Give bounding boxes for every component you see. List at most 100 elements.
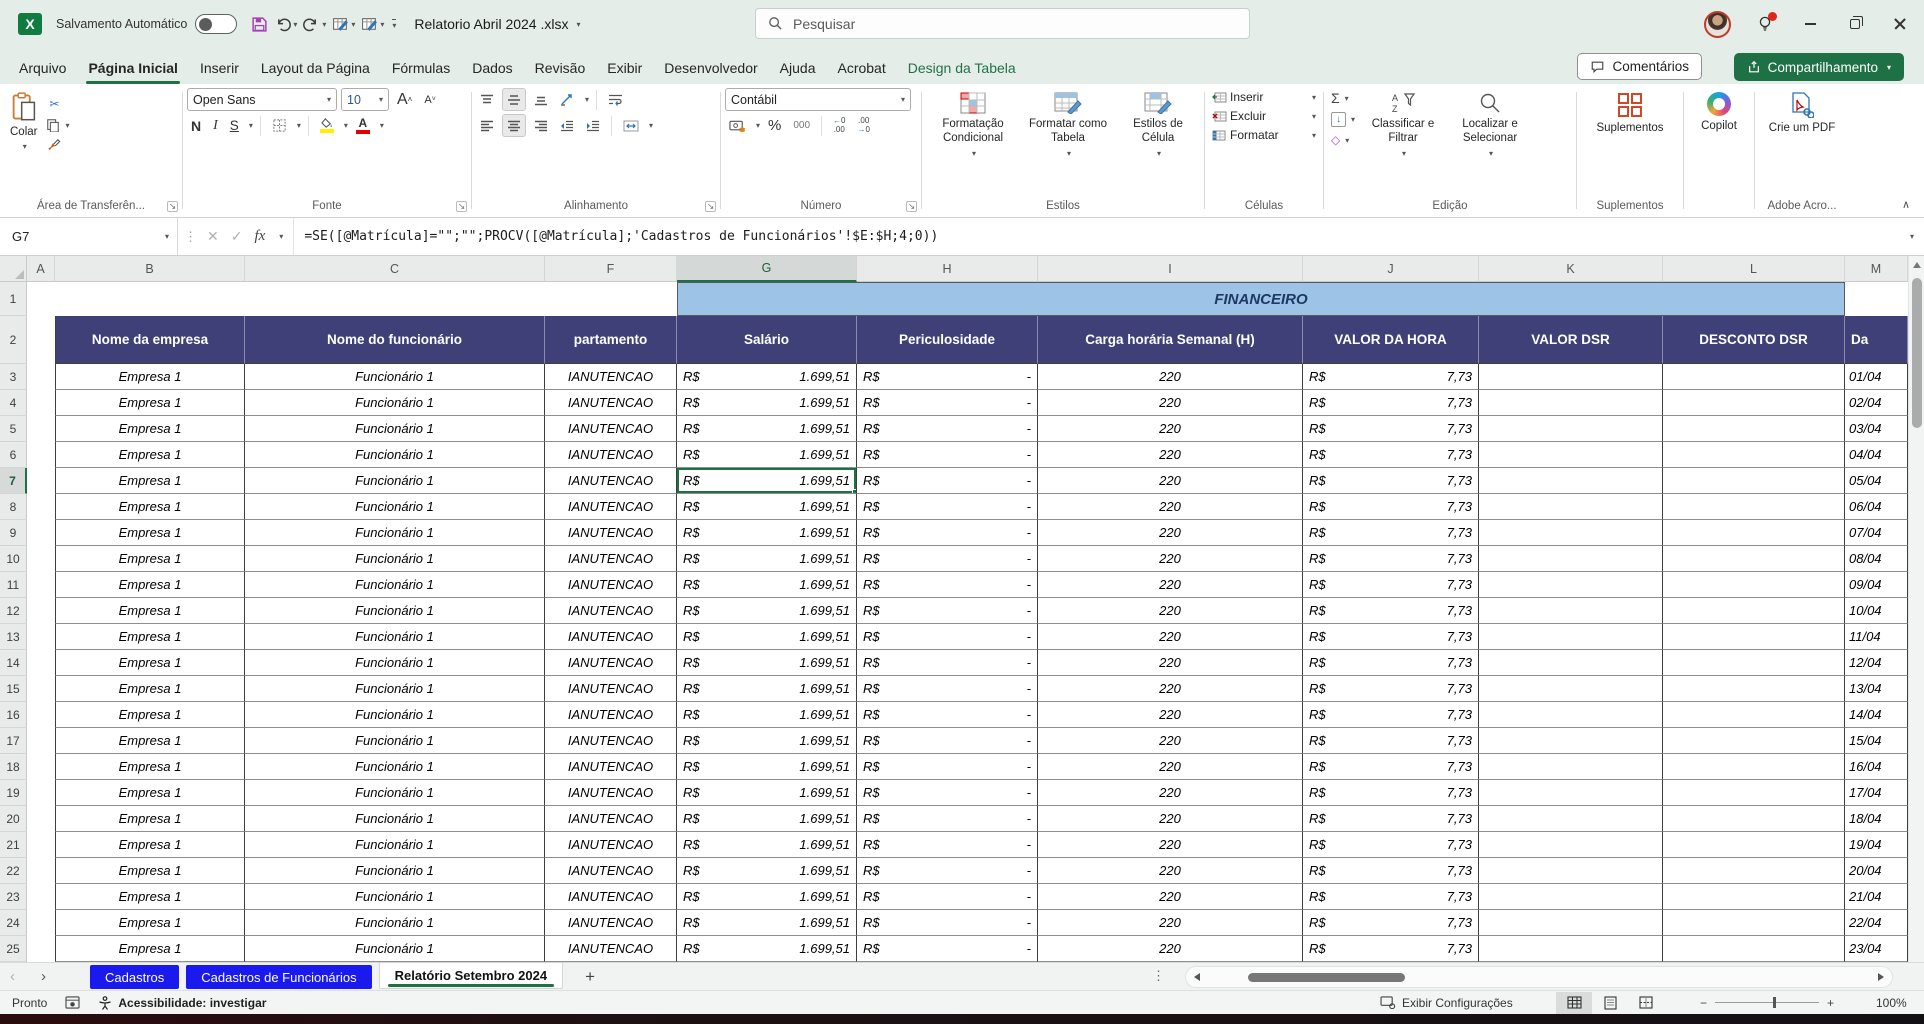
row-number-18[interactable]: 18: [0, 754, 27, 780]
cell-G24[interactable]: R$1.699,51: [677, 910, 857, 936]
delete-cells-button[interactable]: Excluir▾: [1209, 107, 1319, 125]
cell-A20[interactable]: [27, 806, 55, 832]
dialog-launcher-icon[interactable]: ↘: [705, 201, 716, 212]
cell-I10[interactable]: 220: [1038, 546, 1303, 572]
row-number-5[interactable]: 5: [0, 416, 27, 442]
cell-J20[interactable]: R$7,73: [1303, 806, 1479, 832]
cell-L14[interactable]: [1663, 650, 1845, 676]
cell-B10[interactable]: Empresa 1: [55, 546, 245, 572]
cell-J23[interactable]: R$7,73: [1303, 884, 1479, 910]
cell-K13[interactable]: [1479, 624, 1663, 650]
cell-L5[interactable]: [1663, 416, 1845, 442]
cell-A6[interactable]: [27, 442, 55, 468]
menu-tab-dados[interactable]: Dados: [461, 52, 523, 84]
cell-B8[interactable]: Empresa 1: [55, 494, 245, 520]
header-cell-M2[interactable]: Da: [1845, 316, 1908, 364]
cell-A16[interactable]: [27, 702, 55, 728]
cell-I20[interactable]: 220: [1038, 806, 1303, 832]
cell-L6[interactable]: [1663, 442, 1845, 468]
cell-B12[interactable]: Empresa 1: [55, 598, 245, 624]
cell-G19[interactable]: R$1.699,51: [677, 780, 857, 806]
cell-J25[interactable]: R$7,73: [1303, 936, 1479, 962]
cell-C14[interactable]: Funcionário 1: [245, 650, 545, 676]
cell-A8[interactable]: [27, 494, 55, 520]
cell-J8[interactable]: R$7,73: [1303, 494, 1479, 520]
cell-K5[interactable]: [1479, 416, 1663, 442]
display-settings-button[interactable]: Exibir Configurações: [1380, 996, 1513, 1010]
zoom-out-button[interactable]: −: [1700, 996, 1707, 1010]
menu-tab-exibir[interactable]: Exibir: [596, 52, 653, 84]
save-button[interactable]: [249, 13, 270, 36]
menu-tab-p-gina-inicial[interactable]: Página Inicial: [77, 52, 188, 84]
cell-A15[interactable]: [27, 676, 55, 702]
autosave-toggle[interactable]: [195, 14, 237, 34]
cell-B17[interactable]: Empresa 1: [55, 728, 245, 754]
sheet-nav-next-button[interactable]: ›: [31, 968, 56, 985]
cell-J21[interactable]: R$7,73: [1303, 832, 1479, 858]
vertical-scrollbar[interactable]: [1908, 256, 1924, 962]
cell-L17[interactable]: [1663, 728, 1845, 754]
cell-M10[interactable]: 08/04: [1845, 546, 1908, 572]
cell-I5[interactable]: 220: [1038, 416, 1303, 442]
row-number-20[interactable]: 20: [0, 806, 27, 832]
cell-M9[interactable]: 07/04: [1845, 520, 1908, 546]
column-header-K[interactable]: K: [1479, 256, 1663, 282]
cell-J11[interactable]: R$7,73: [1303, 572, 1479, 598]
orientation-button[interactable]: [556, 88, 579, 111]
align-center-button[interactable]: [502, 114, 526, 137]
zoom-slider[interactable]: [1715, 1002, 1819, 1003]
column-header-I[interactable]: I: [1038, 256, 1303, 282]
header-cell-G2[interactable]: Salário: [677, 316, 857, 364]
cell-G23[interactable]: R$1.699,51: [677, 884, 857, 910]
cell-K16[interactable]: [1479, 702, 1663, 728]
comments-button[interactable]: Comentários: [1577, 53, 1702, 80]
collapse-ribbon-button[interactable]: ∧: [1902, 194, 1924, 217]
cell-C3[interactable]: Funcionário 1: [245, 364, 545, 390]
add-sheet-button[interactable]: +: [585, 967, 595, 987]
cell-L23[interactable]: [1663, 884, 1845, 910]
row-number-13[interactable]: 13: [0, 624, 27, 650]
zoom-in-button[interactable]: +: [1827, 996, 1834, 1010]
cell-F24[interactable]: IANUTENCAO: [545, 910, 677, 936]
cell-L8[interactable]: [1663, 494, 1845, 520]
fill-color-button[interactable]: [316, 114, 338, 137]
cell-F9[interactable]: IANUTENCAO: [545, 520, 677, 546]
cell-G14[interactable]: R$1.699,51: [677, 650, 857, 676]
cell-F13[interactable]: IANUTENCAO: [545, 624, 677, 650]
cell-I15[interactable]: 220: [1038, 676, 1303, 702]
cell-L25[interactable]: [1663, 936, 1845, 962]
cell-M6[interactable]: 04/04: [1845, 442, 1908, 468]
cell-M7[interactable]: 05/04: [1845, 468, 1908, 494]
cell-K14[interactable]: [1479, 650, 1663, 676]
align-middle-button[interactable]: [502, 88, 526, 111]
bold-button[interactable]: N: [187, 114, 205, 137]
menu-tab-f-rmulas[interactable]: Fórmulas: [381, 52, 461, 84]
cell-M18[interactable]: 16/04: [1845, 754, 1908, 780]
increase-decimal-button[interactable]: ←0.00: [829, 114, 849, 137]
page-break-view-button[interactable]: [1628, 992, 1664, 1014]
qat-table-tool-2-button[interactable]: ▾: [359, 13, 386, 36]
cancel-entry-icon[interactable]: ✕: [207, 228, 219, 245]
row-number-6[interactable]: 6: [0, 442, 27, 468]
percent-style-button[interactable]: %: [764, 114, 785, 137]
cell-H14[interactable]: R$-: [857, 650, 1038, 676]
cell-M1[interactable]: [1845, 282, 1908, 316]
paste-button[interactable]: Colar ▾: [4, 88, 43, 156]
tab-splitter-handle[interactable]: ⋮: [1152, 968, 1166, 984]
cell-A10[interactable]: [27, 546, 55, 572]
header-cell-I2[interactable]: Carga horária Semanal (H): [1038, 316, 1303, 364]
document-title[interactable]: Relatorio Abril 2024 .xlsx ▾: [414, 16, 580, 32]
header-cell-H2[interactable]: Periculosidade: [857, 316, 1038, 364]
cell-A17[interactable]: [27, 728, 55, 754]
page-layout-view-button[interactable]: [1592, 992, 1628, 1014]
cell-G12[interactable]: R$1.699,51: [677, 598, 857, 624]
row-number-21[interactable]: 21: [0, 832, 27, 858]
cell-G25[interactable]: R$1.699,51: [677, 936, 857, 962]
macro-record-button[interactable]: [65, 996, 80, 1009]
cell-J9[interactable]: R$7,73: [1303, 520, 1479, 546]
cell-L7[interactable]: [1663, 468, 1845, 494]
cell-J24[interactable]: R$7,73: [1303, 910, 1479, 936]
cell-H20[interactable]: R$-: [857, 806, 1038, 832]
cell-K7[interactable]: [1479, 468, 1663, 494]
cell-C17[interactable]: Funcionário 1: [245, 728, 545, 754]
